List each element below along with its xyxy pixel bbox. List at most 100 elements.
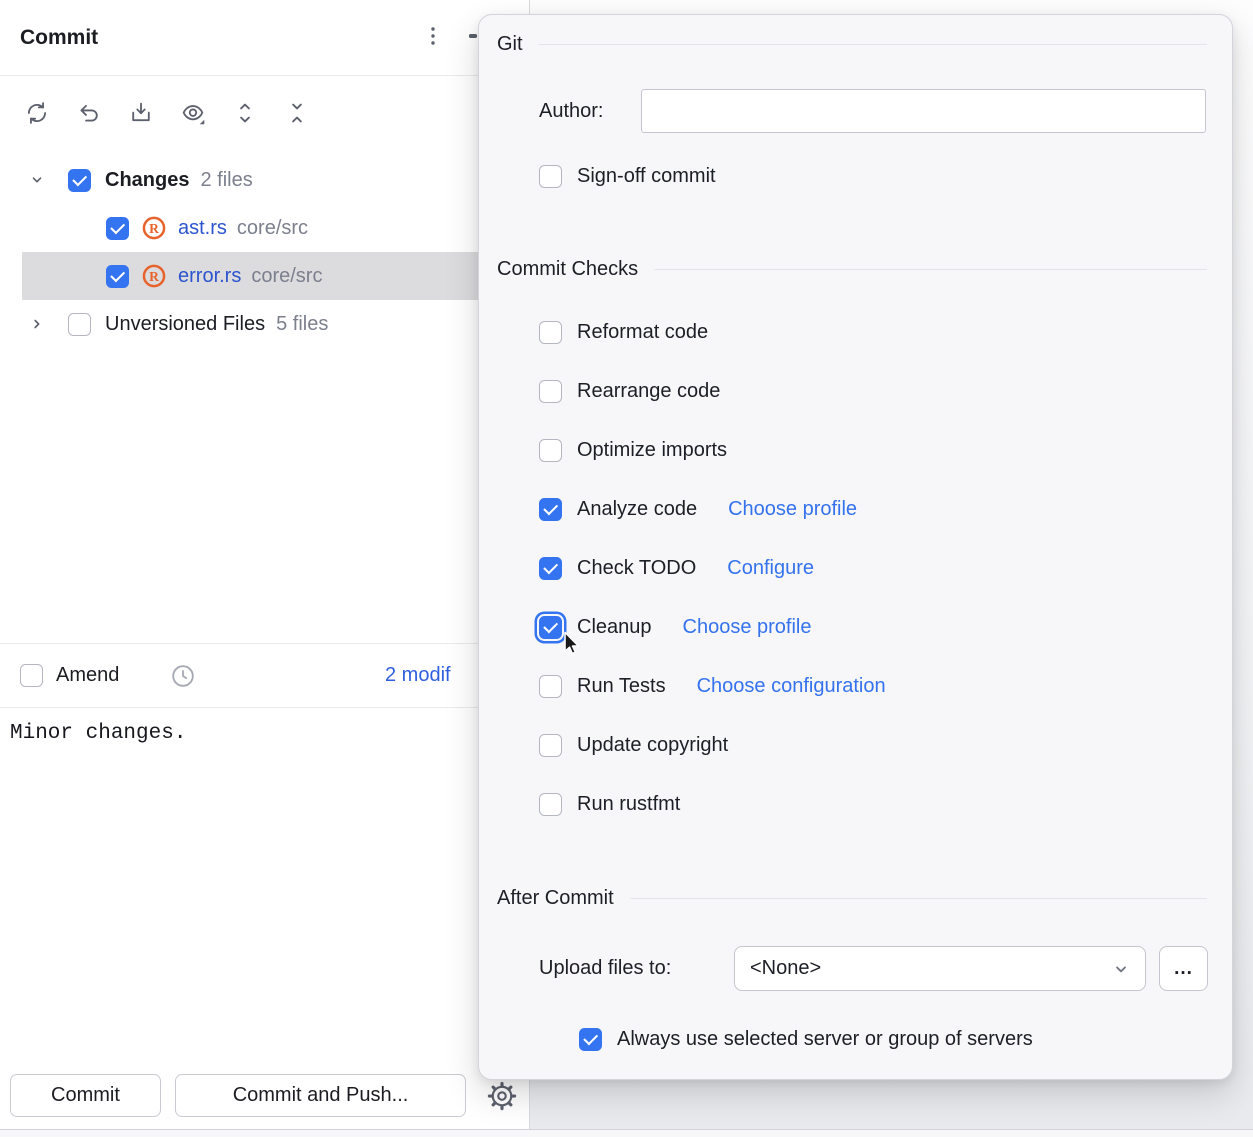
modified-files-link[interactable]: 2 modif	[385, 664, 451, 687]
svg-text:R: R	[149, 269, 159, 284]
commit-check-row: Optimize imports	[539, 421, 1207, 480]
amend-label: Amend	[56, 664, 119, 687]
panel-header: Commit	[0, 0, 529, 76]
commit-checks-list: Reformat code Rearrange code Optimize im…	[539, 303, 1207, 834]
browse-servers-button[interactable]: ...	[1159, 946, 1208, 991]
check-link[interactable]: Choose profile	[683, 616, 812, 639]
kebab-menu-icon[interactable]	[421, 24, 445, 48]
rust-file-icon: R	[141, 215, 167, 241]
rollback-icon[interactable]	[76, 100, 102, 126]
tree-row-file-selected[interactable]: R error.rs core/src	[0, 252, 529, 300]
check-link[interactable]: Configure	[727, 557, 814, 580]
file-path: core/src	[237, 217, 308, 240]
check-checkbox[interactable]	[539, 439, 562, 462]
tree-row-file[interactable]: R ast.rs core/src	[0, 204, 529, 252]
checkbox-unversioned[interactable]	[68, 313, 91, 336]
tree-label: Unversioned Files	[105, 313, 265, 336]
commit-check-row: Run Tests Choose configuration	[539, 657, 1207, 716]
check-checkbox[interactable]	[539, 321, 562, 344]
commit-and-push-button[interactable]: Commit and Push...	[175, 1074, 466, 1117]
tree-row-unversioned[interactable]: Unversioned Files 5 files	[0, 300, 529, 348]
check-label: Update copyright	[577, 734, 728, 757]
section-title: After Commit	[497, 887, 614, 910]
upload-files-label: Upload files to:	[539, 946, 671, 991]
checkbox-file[interactable]	[106, 217, 129, 240]
shelve-icon[interactable]	[128, 100, 154, 126]
chevron-right-icon[interactable]	[26, 313, 48, 335]
divider	[630, 898, 1207, 899]
chevron-down-icon	[1109, 957, 1133, 981]
preview-diff-icon[interactable]	[180, 100, 206, 126]
commit-options-popup: Git Author: Sign-off commit Commit Check…	[478, 14, 1233, 1080]
commit-button[interactable]: Commit	[10, 1074, 161, 1117]
signoff-row: Sign-off commit	[539, 162, 716, 190]
upload-server-dropdown[interactable]: <None>	[734, 946, 1146, 991]
check-checkbox[interactable]	[539, 793, 562, 816]
check-checkbox[interactable]	[539, 616, 562, 639]
git-section-header: Git	[497, 33, 1207, 56]
rust-file-icon: R	[141, 263, 167, 289]
file-count: 2 files	[200, 169, 252, 192]
tree-row-changes[interactable]: Changes 2 files	[0, 156, 529, 204]
checkbox-file[interactable]	[106, 265, 129, 288]
gear-icon[interactable]	[487, 1081, 517, 1111]
commit-tool-window: Commit	[0, 0, 1253, 1137]
amend-row: Amend 2 modif	[0, 643, 529, 708]
signoff-label: Sign-off commit	[577, 165, 716, 188]
clock-icon[interactable]	[169, 662, 197, 690]
check-label: Run Tests	[577, 675, 666, 698]
commit-check-row: Cleanup Choose profile	[539, 598, 1207, 657]
check-label: Run rustfmt	[577, 793, 680, 816]
check-checkbox[interactable]	[539, 734, 562, 757]
commit-toolbar	[24, 100, 310, 126]
divider	[654, 269, 1207, 270]
check-link[interactable]: Choose profile	[728, 498, 857, 521]
section-title: Git	[497, 33, 523, 56]
file-name: error.rs	[178, 265, 241, 288]
expand-all-icon[interactable]	[232, 100, 258, 126]
signoff-checkbox[interactable]	[539, 165, 562, 188]
hidden-toolbar-icon	[469, 34, 477, 38]
check-label: Cleanup	[577, 616, 652, 639]
after-commit-section-header: After Commit	[497, 887, 1207, 910]
section-title: Commit Checks	[497, 258, 638, 281]
always-use-checkbox[interactable]	[579, 1028, 602, 1051]
check-link[interactable]: Choose configuration	[697, 675, 886, 698]
upload-row: Upload files to: <None> ...	[479, 946, 1234, 991]
commit-check-row: Run rustfmt	[539, 775, 1207, 834]
commit-panel: Commit	[0, 0, 530, 1129]
refresh-icon[interactable]	[24, 100, 50, 126]
file-path: core/src	[251, 265, 322, 288]
check-checkbox[interactable]	[539, 380, 562, 403]
svg-text:R: R	[149, 221, 159, 236]
always-use-label: Always use selected server or group of s…	[617, 1028, 1033, 1051]
amend-checkbox[interactable]	[20, 664, 43, 687]
check-label: Rearrange code	[577, 380, 720, 403]
commit-check-row: Rearrange code	[539, 362, 1207, 421]
file-count: 5 files	[276, 313, 328, 336]
check-label: Optimize imports	[577, 439, 727, 462]
check-checkbox[interactable]	[539, 675, 562, 698]
checkbox-changes[interactable]	[68, 169, 91, 192]
author-label: Author:	[539, 89, 603, 133]
check-checkbox[interactable]	[539, 557, 562, 580]
collapse-all-icon[interactable]	[284, 100, 310, 126]
always-use-server-row: Always use selected server or group of s…	[579, 1025, 1033, 1053]
check-label: Check TODO	[577, 557, 696, 580]
dropdown-value: <None>	[750, 957, 821, 980]
changes-tree: Changes 2 files R ast.rs core/src R erro…	[0, 156, 529, 348]
commit-check-row: Analyze code Choose profile	[539, 480, 1207, 539]
chevron-down-icon[interactable]	[26, 169, 48, 191]
commit-message[interactable]: Minor changes.	[10, 722, 186, 745]
panel-title: Commit	[20, 26, 98, 50]
author-input[interactable]	[641, 89, 1206, 133]
file-name: ast.rs	[178, 217, 227, 240]
commit-check-row: Update copyright	[539, 716, 1207, 775]
check-label: Reformat code	[577, 321, 708, 344]
commit-checks-section-header: Commit Checks	[497, 258, 1207, 281]
commit-check-row: Check TODO Configure	[539, 539, 1207, 598]
check-checkbox[interactable]	[539, 498, 562, 521]
divider	[539, 44, 1207, 45]
status-bar	[0, 1129, 1253, 1137]
commit-check-row: Reformat code	[539, 303, 1207, 362]
